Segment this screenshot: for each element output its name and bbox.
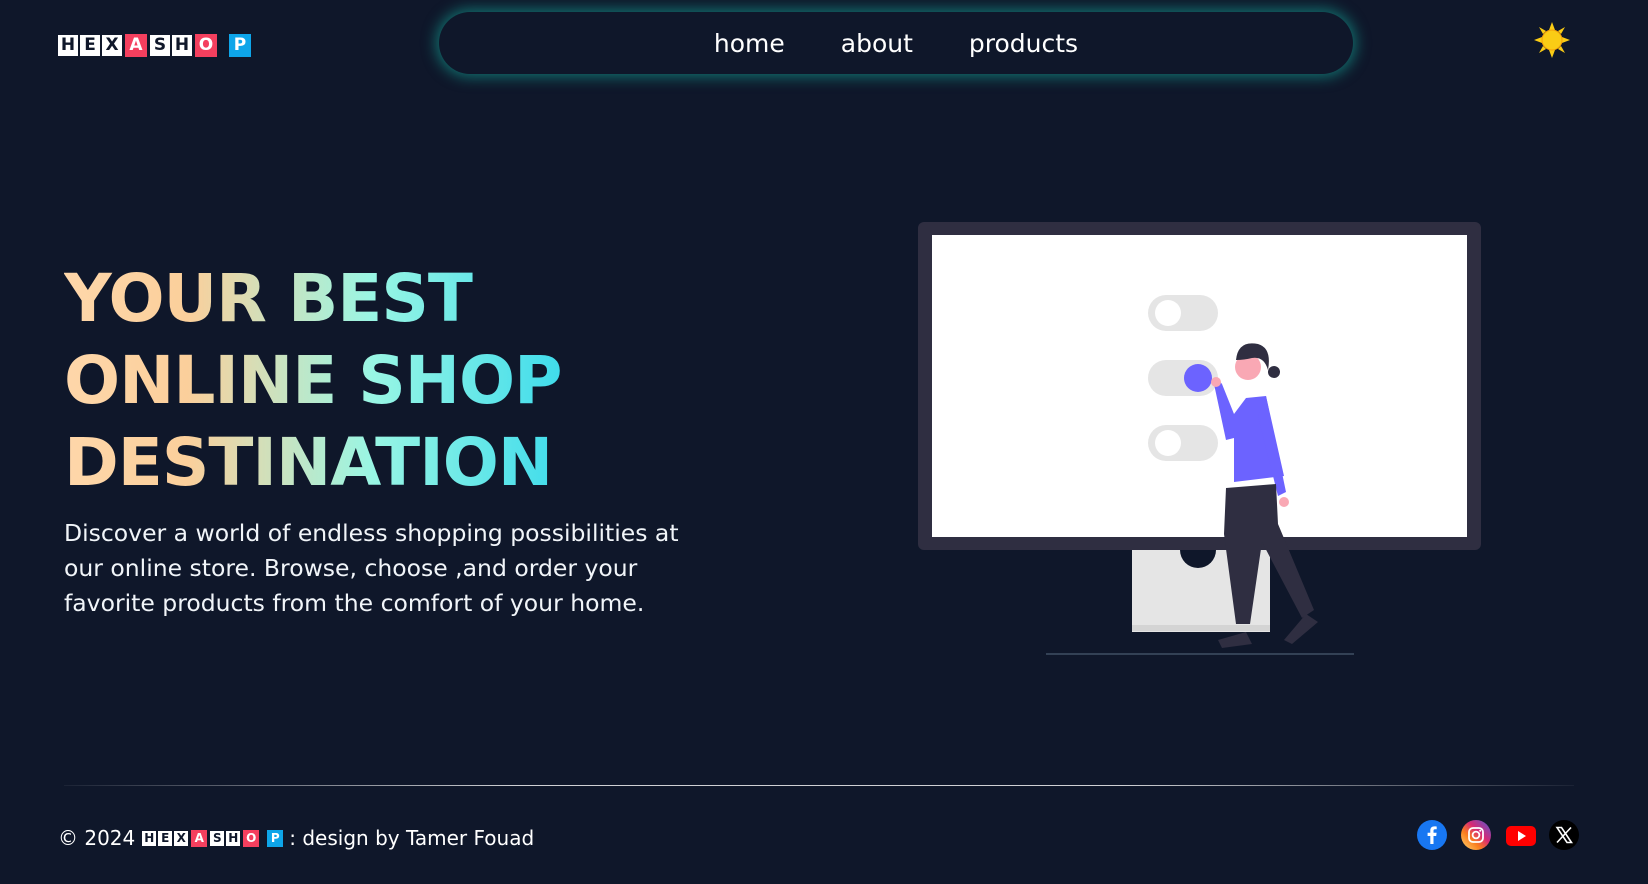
logo-letter: S	[209, 829, 226, 847]
hero-description: Discover a world of endless shopping pos…	[64, 519, 679, 617]
nav-link-products[interactable]: products	[969, 29, 1078, 58]
logo-letter: P	[229, 33, 251, 57]
facebook-link[interactable]	[1417, 820, 1447, 850]
logo-letter: X	[173, 829, 190, 847]
footer-brand-logo[interactable]: H E X A S H O P	[141, 829, 284, 847]
logo-letter: X	[101, 33, 123, 57]
facebook-icon	[1417, 820, 1447, 850]
page: H E X A S H O P home about products YOUR…	[0, 0, 1648, 884]
logo-letter: O	[195, 33, 217, 57]
instagram-link[interactable]	[1461, 820, 1491, 850]
nav-link-home[interactable]: home	[714, 29, 785, 58]
x-link[interactable]	[1549, 820, 1579, 850]
footer: © 2024 H E X A S H O P : design by Tamer…	[58, 826, 534, 850]
brand-logo[interactable]: H E X A S H O P	[57, 33, 251, 57]
logo-letter: H	[225, 829, 242, 847]
logo-letter: S	[149, 33, 171, 57]
hero-title-line: YOUR BEST	[64, 260, 472, 337]
logo-letter: A	[125, 33, 147, 57]
x-icon	[1549, 820, 1579, 850]
hero-title: YOUR BEST ONLINE SHOP DESTINATION	[64, 258, 624, 504]
logo-letter: A	[191, 829, 208, 847]
nav-link-about[interactable]: about	[841, 29, 913, 58]
copyright-text: © 2024	[58, 826, 136, 850]
youtube-icon	[1506, 826, 1536, 846]
logo-letter: H	[57, 33, 79, 57]
logo-letter: H	[141, 829, 158, 847]
logo-letter: O	[243, 829, 260, 847]
logo-letter: E	[79, 33, 101, 57]
hero-illustration	[918, 222, 1481, 655]
sun-icon	[1534, 22, 1570, 58]
social-links	[1417, 820, 1579, 850]
hero-title-line: ONLINE SHOP	[64, 342, 562, 419]
logo-letter: H	[171, 33, 193, 57]
theme-toggle-button[interactable]	[1532, 20, 1572, 60]
logo-letter: P	[267, 829, 284, 847]
main-nav: home about products	[439, 12, 1353, 74]
hero-title-line: DESTINATION	[64, 424, 553, 501]
footer-divider	[64, 785, 1574, 786]
youtube-link[interactable]	[1505, 820, 1536, 850]
instagram-icon	[1461, 820, 1491, 850]
logo-letter: E	[157, 829, 174, 847]
design-credit: : design by Tamer Fouad	[289, 826, 535, 850]
